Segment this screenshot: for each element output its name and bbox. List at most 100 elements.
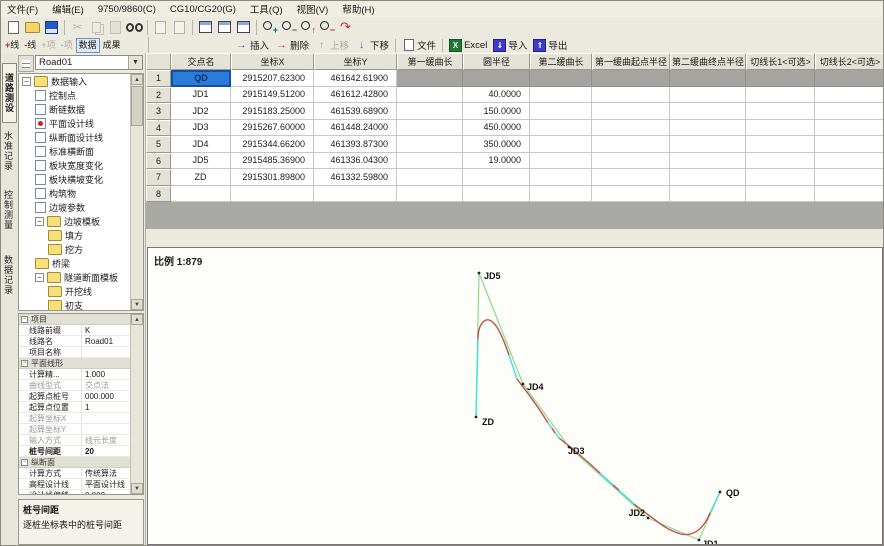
table-cell[interactable] (592, 87, 670, 104)
table-cell[interactable] (746, 169, 815, 186)
column-header[interactable]: 第二缓曲终点半径 (670, 53, 746, 70)
tree-item-horizontal-design-line[interactable]: 平面设计线 (19, 116, 143, 130)
collapse-icon[interactable]: − (21, 459, 28, 466)
tree-item-excavation-line[interactable]: 开挖线 (19, 284, 143, 298)
table-cell[interactable] (815, 169, 884, 186)
property-row[interactable]: 线路名Road01 (19, 336, 143, 347)
collapse-icon[interactable]: − (35, 273, 44, 282)
tree-item-fill[interactable]: 填方 (19, 228, 143, 242)
zoom-window-button[interactable] (317, 18, 336, 36)
table-cell[interactable] (670, 169, 746, 186)
row-number[interactable]: 2 (146, 87, 171, 104)
table-cell[interactable] (670, 70, 746, 87)
table-cell[interactable] (530, 153, 592, 170)
table-cell[interactable]: 40.0000 (463, 87, 530, 104)
side-tab-level-record[interactable]: 水准记录 (2, 127, 15, 175)
pan-refresh-button[interactable] (336, 18, 355, 36)
checkbox[interactable] (35, 174, 46, 185)
column-header[interactable]: 坐标Y (314, 53, 397, 70)
zoom-extents-button[interactable] (298, 18, 317, 36)
table-cell[interactable] (592, 153, 670, 170)
property-row[interactable]: 计算精...1.000 (19, 369, 143, 380)
checkbox[interactable] (35, 160, 46, 171)
table-cell[interactable] (530, 186, 592, 203)
table-cell[interactable]: 461336.04300 (314, 153, 397, 170)
column-header[interactable]: 圆半径 (463, 53, 530, 70)
window-tile-horizontal-button[interactable] (215, 18, 234, 36)
table-cell[interactable]: JD1 (171, 87, 231, 104)
table-cell[interactable]: ZD (171, 169, 231, 186)
property-row[interactable]: 曲线型式交点法 (19, 380, 143, 391)
column-header[interactable]: 交点名 (171, 53, 231, 70)
menu-item-tools[interactable]: 工具(Q) (250, 2, 283, 16)
new-file-button[interactable] (4, 18, 23, 36)
checkbox[interactable] (35, 202, 46, 213)
table-cell[interactable]: 461393.87300 (314, 136, 397, 153)
table-cell[interactable]: 461539.68900 (314, 103, 397, 120)
table-cell[interactable] (530, 87, 592, 104)
menu-item-file[interactable]: 文件(F) (7, 2, 38, 16)
checkbox[interactable] (35, 118, 46, 129)
property-row[interactable]: 高程设计线平面设计线 (19, 479, 143, 490)
column-header[interactable]: 第一缓曲长 (397, 53, 463, 70)
column-header[interactable]: 切线长1<可选> (746, 53, 815, 70)
table-cell[interactable] (746, 87, 815, 104)
column-header[interactable]: 第二缓曲长 (530, 53, 592, 70)
table-cell[interactable] (530, 169, 592, 186)
table-cell[interactable] (592, 169, 670, 186)
table-cell[interactable]: 2915149.51200 (231, 87, 314, 104)
table-cell[interactable] (670, 87, 746, 104)
row-number[interactable]: 5 (146, 136, 171, 153)
table-cell[interactable]: 150.0000 (463, 103, 530, 120)
table-cell[interactable]: JD4 (171, 136, 231, 153)
table-cell[interactable]: 450.0000 (463, 120, 530, 137)
table-cell[interactable] (530, 103, 592, 120)
tree-item-excavate[interactable]: 挖方 (19, 242, 143, 256)
menu-item-help[interactable]: 帮助(H) (342, 2, 374, 16)
table-cell[interactable] (670, 153, 746, 170)
checkbox[interactable] (35, 132, 46, 143)
side-tab-control-survey[interactable]: 控制测量 (2, 183, 15, 237)
checkbox[interactable] (35, 146, 46, 157)
table-cell[interactable] (530, 70, 592, 87)
zoom-in-button[interactable] (260, 18, 279, 36)
tree-item-slope-template[interactable]: −边坡模板 (19, 214, 143, 228)
data-button[interactable]: 数据 (76, 38, 100, 53)
checkbox[interactable] (35, 104, 46, 115)
table-cell[interactable] (397, 103, 463, 120)
table-cell[interactable] (815, 136, 884, 153)
table-cell[interactable]: JD5 (171, 153, 231, 170)
table-cell[interactable]: 2915344.66200 (231, 136, 314, 153)
row-number[interactable]: 8 (146, 186, 171, 203)
checkbox[interactable] (35, 90, 46, 101)
property-row[interactable]: 线路前缀K (19, 325, 143, 336)
collapse-icon[interactable]: − (21, 360, 28, 367)
column-header[interactable]: 坐标X (231, 53, 314, 70)
zoom-out-button[interactable] (279, 18, 298, 36)
tree-item-control-points[interactable]: 控制点 (19, 88, 143, 102)
table-cell[interactable] (815, 153, 884, 170)
table-cell[interactable]: QD (171, 70, 231, 87)
table-cell[interactable] (815, 87, 884, 104)
property-row[interactable]: 起算坐标X (19, 413, 143, 424)
menu-item-cg10-cg20[interactable]: CG10/CG20(G) (170, 4, 236, 15)
table-cell[interactable] (231, 186, 314, 203)
scroll-down-icon[interactable]: ▼ (131, 483, 143, 494)
table-cell[interactable] (530, 136, 592, 153)
table-cell[interactable] (397, 153, 463, 170)
property-row[interactable]: 起算点位置1 (19, 402, 143, 413)
table-cell[interactable] (592, 186, 670, 203)
alignment-plot[interactable]: QDJD1JD2JD3JD4JD5ZD 比例 1:879 (147, 247, 883, 545)
table-cell[interactable] (463, 186, 530, 203)
menu-item-edit[interactable]: 编辑(E) (52, 2, 84, 16)
add-line-button[interactable]: +线 (3, 39, 21, 52)
table-cell[interactable] (397, 136, 463, 153)
table-cell[interactable] (746, 186, 815, 203)
property-row[interactable]: 桩号间距20 (19, 446, 143, 457)
property-row[interactable]: 计算方式传统算法 (19, 468, 143, 479)
row-number[interactable]: 6 (146, 153, 171, 170)
tree-item-slab-slope-change[interactable]: 板块横坡变化 (19, 172, 143, 186)
table-cell[interactable] (670, 103, 746, 120)
table-cell[interactable] (670, 136, 746, 153)
table-cell[interactable] (592, 103, 670, 120)
